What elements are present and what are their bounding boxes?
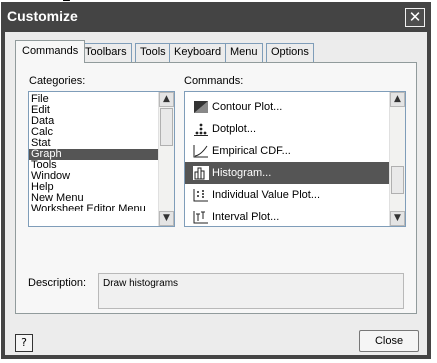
tab-commands[interactable]: Commands [15,40,86,63]
categories-listbox[interactable]: File Edit Data Calc Stat Graph Tools Win… [28,91,175,227]
command-item-empirical-cdf[interactable]: Empirical CDF... [185,140,389,162]
commands-scrollbar[interactable]: ▲ ▼ [389,92,405,226]
commands-listbox[interactable]: Contour Plot... Dotplot... Empirical CDF… [184,91,406,227]
customize-dialog: Customize ✕ Commands Toolbars Tools Keyb… [1,2,431,359]
command-label: Individual Value Plot... [212,189,321,201]
command-item-interval-plot[interactable]: Interval Plot... [185,206,389,226]
categories-items: File Edit Data Calc Stat Graph Tools Win… [29,94,158,211]
individual-value-plot-icon [193,188,209,202]
dialog-body: Commands Toolbars Tools Keyboard Menu Op… [5,32,427,355]
command-label: Dotplot... [212,123,257,135]
tab-menu[interactable]: Menu [225,43,263,62]
close-icon[interactable]: ✕ [405,8,425,27]
scroll-thumb[interactable] [160,108,173,146]
tab-keyboard[interactable]: Keyboard [169,43,227,62]
command-item-contour-plot[interactable]: Contour Plot... [185,96,389,118]
help-button[interactable]: ? [15,334,33,352]
dotplot-icon [193,122,209,137]
histogram-icon [193,166,209,181]
title-bar[interactable]: Customize ✕ [1,2,431,32]
empirical-cdf-icon [193,144,209,158]
commands-items: Contour Plot... Dotplot... Empirical CDF… [185,96,389,226]
scroll-down-icon[interactable]: ▼ [390,211,405,226]
categories-label: Categories: [29,75,86,87]
commands-panel: Categories: Commands: File Edit Data Cal… [15,62,417,314]
scroll-up-icon[interactable]: ▲ [390,92,405,107]
contour-plot-icon [193,100,209,114]
close-button[interactable]: Close [359,330,419,352]
description-text: Draw histograms [103,278,179,289]
description-box: Draw histograms [98,273,404,309]
tab-toolbars[interactable]: Toolbars [80,43,132,62]
command-label: Contour Plot... [212,101,283,113]
command-label: Interval Plot... [212,211,280,223]
dialog-title: Customize [7,8,78,24]
category-item-new-menu[interactable]: New Menu [29,193,158,204]
interval-plot-icon [193,210,209,224]
command-label: Histogram... [212,167,272,179]
help-icon: ? [21,336,27,349]
command-item-dotplot[interactable]: Dotplot... [185,118,389,140]
command-label: Empirical CDF... [212,145,291,157]
tab-tools[interactable]: Tools [135,43,171,62]
category-item-worksheet-editor-menu[interactable]: Worksheet Editor Menu [29,204,158,211]
commands-label: Commands: [184,75,244,87]
categories-scrollbar[interactable]: ▲ ▼ [158,92,174,226]
description-label: Description: [28,277,87,289]
command-item-histogram[interactable]: Histogram... [185,162,389,184]
scroll-up-icon[interactable]: ▲ [159,92,174,107]
command-item-individual-value-plot[interactable]: Individual Value Plot... [185,184,389,206]
scroll-thumb[interactable] [391,166,404,194]
scroll-down-icon[interactable]: ▼ [159,211,174,226]
tab-options[interactable]: Options [266,43,314,62]
